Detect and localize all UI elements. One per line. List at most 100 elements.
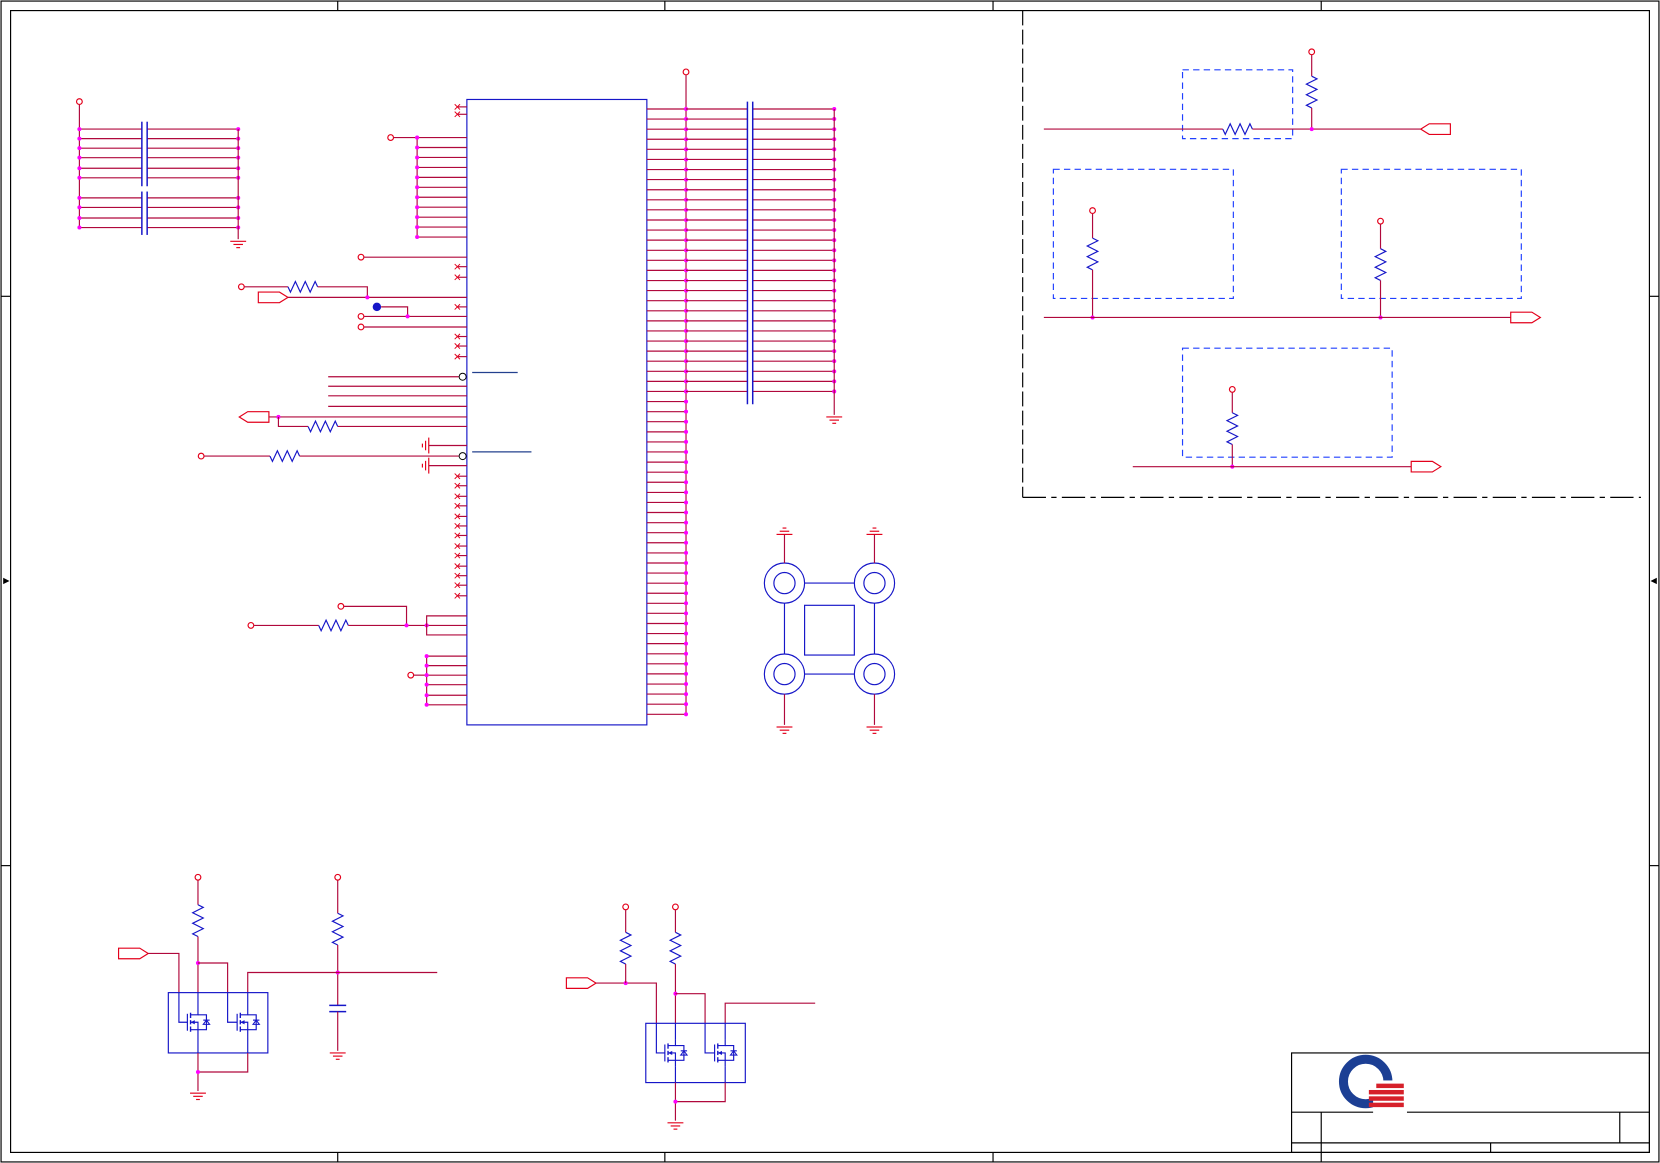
off-page-connector-icon [117,947,150,960]
junction-dot [684,409,689,414]
ground-icon [776,726,793,734]
level-shifter-left [117,873,438,1101]
off-page-connector-icon [565,977,598,989]
logo-stripe [1368,1102,1404,1108]
resistor-icon [1225,412,1239,445]
mosfet-icon [186,1008,211,1037]
power-rail-icon [407,671,415,679]
junction-dot [415,175,420,180]
junction-dot [684,490,689,495]
junction-dot [684,641,689,646]
source-stub [668,1059,677,1067]
main-ic-section [197,98,648,726]
gate-lead [704,1023,715,1054]
wire [317,286,368,298]
junction-dot [415,155,420,160]
resistor-icon [1305,75,1319,109]
no-connect-icon [454,563,467,570]
hole-inner-ring [863,662,886,686]
power-rail-icon [197,452,205,460]
wire [675,1082,726,1103]
power-rail-icon [1377,217,1384,225]
resistor-icon [1222,122,1253,136]
no-connect-icon [454,543,467,550]
junction-dot [684,520,689,525]
power-rail-icon [247,621,255,629]
off-page-connector-icon [1419,123,1451,135]
power-rail-icon [75,98,83,106]
capacitor-icon [746,101,754,405]
logo-stripe [1368,1096,1404,1101]
wire [381,306,409,317]
junction-dot [77,195,82,200]
junction-dot [77,205,82,210]
mounting-hole-icon [853,653,896,695]
test-point-icon [372,302,382,312]
resistor-icon [619,931,633,965]
ground-icon [826,416,843,424]
mosfet-icon [664,1039,689,1067]
strap-option-box [1340,168,1522,300]
junction-dot [415,185,420,190]
no-connect-icon [454,532,467,539]
capacitor-icon [141,121,148,187]
logo-stripe [1376,1083,1404,1089]
off-page-connector-icon [257,291,290,304]
junction-dot [77,215,82,221]
drain-stub [240,1008,249,1016]
source-stub [717,1059,726,1067]
junction-dot [684,611,689,616]
center-mark-icon [3,577,10,585]
strap-option-region [1043,48,1542,473]
junction-dot [404,623,409,628]
ground-icon [421,457,430,474]
no-connect-icon [454,513,467,520]
power-rail-icon [387,134,395,142]
no-connect-icon [454,333,467,340]
ground-icon [190,1092,206,1101]
ground-icon [421,437,430,454]
no-connect-icon [454,502,467,509]
inversion-bubble [458,372,467,381]
ic-body [466,98,648,726]
power-rail-icon [334,873,342,881]
power-rail-icon [622,903,630,911]
ground-icon [329,1052,346,1060]
no-connect-icon [454,592,467,599]
junction-dot [684,480,689,485]
drawing-frame [0,0,1660,1163]
decoupling-capacitor-bank [75,98,247,249]
junction-dot [415,195,420,200]
mounting-hole-icon [763,562,806,604]
power-rail-icon [237,283,245,291]
gate-lead [227,992,238,1023]
resistor-icon [191,904,205,938]
inner-border [10,10,1650,1153]
junction-dot [684,621,689,626]
power-rail-icon [357,253,365,261]
level-shifter-right [565,903,816,1130]
strap-option-box [1181,347,1393,458]
junction-dot [684,651,689,656]
junction-dot [415,145,420,150]
wire [197,962,229,993]
junction-dot [673,1099,678,1104]
resistor-icon [331,912,345,946]
junction-dot [684,419,689,424]
ground-icon [776,527,793,535]
junction-dot [684,682,689,687]
drain-stub [190,1008,199,1016]
junction-dot [415,165,420,170]
junction-dot [684,591,689,596]
hole-outer-ring [853,653,896,695]
no-connect-icon [454,263,467,270]
junction-dot [684,439,689,444]
inversion-bubble [458,452,467,461]
junction-dot [684,712,689,717]
hole-inner-ring [773,571,796,595]
wire [148,952,180,993]
junction-dot [684,671,689,676]
resistor-icon [318,618,349,633]
no-connect-icon [454,343,467,350]
junction-dot [1309,127,1314,132]
